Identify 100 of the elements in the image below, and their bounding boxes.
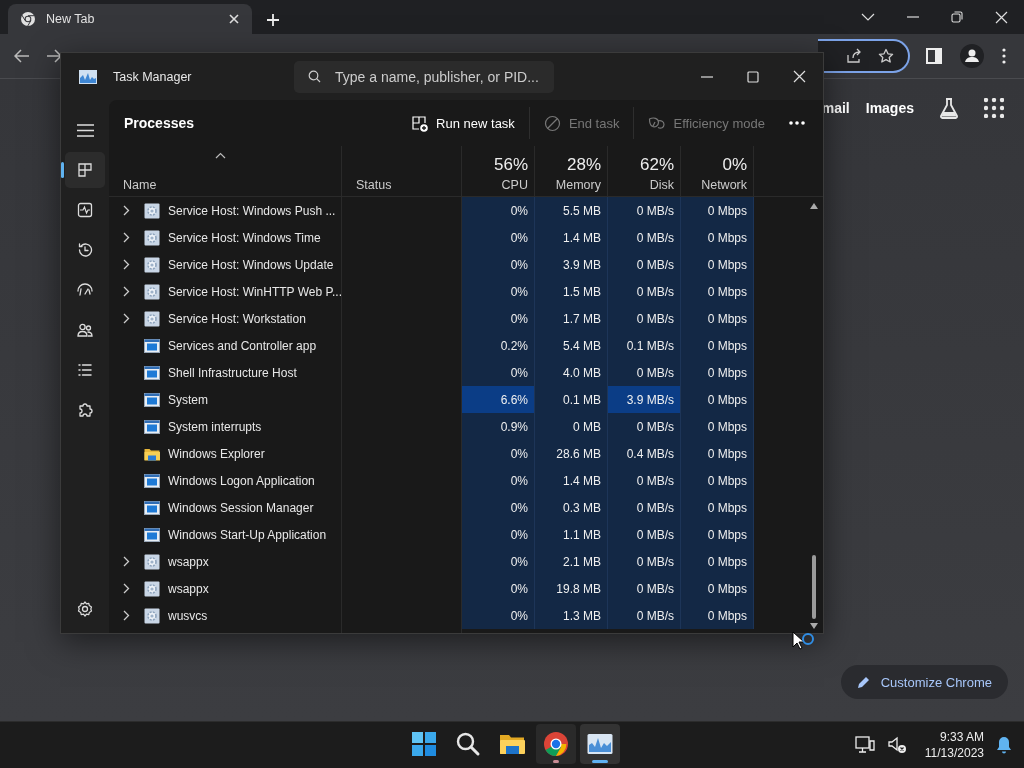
process-name[interactable]: System interrupts — [168, 419, 262, 434]
flask-icon[interactable] — [938, 97, 960, 119]
pencil-icon — [856, 675, 871, 689]
browser-tab[interactable]: New Tab — [8, 4, 252, 34]
table-cell: 0 MB/s — [608, 575, 681, 602]
chevron-right-icon[interactable] — [123, 259, 130, 270]
chevron-right-icon[interactable] — [123, 232, 130, 243]
chevron-right-icon[interactable] — [123, 313, 130, 324]
table-cell: 0% — [462, 359, 535, 386]
process-name[interactable]: Service Host: Windows Time — [168, 230, 321, 245]
close-icon[interactable] — [995, 10, 1008, 24]
scroll-up-icon[interactable] — [810, 203, 818, 209]
table-cell: 0 Mbps — [681, 467, 754, 494]
process-name[interactable]: Windows Explorer — [168, 446, 265, 461]
taskbar-button[interactable] — [580, 724, 620, 764]
search-icon — [454, 730, 482, 758]
chart-icon — [79, 69, 97, 84]
table-cell: 0 Mbps — [681, 440, 754, 467]
table-cell: 0 MB/s — [608, 521, 681, 548]
gear-icon — [144, 607, 160, 624]
process-name[interactable]: wsappx — [168, 581, 209, 596]
process-name[interactable]: Service Host: WinHTTP Web P... — [167, 284, 342, 299]
table-cell: 1.1 MB — [535, 521, 608, 548]
chevron-down-icon[interactable] — [861, 13, 875, 21]
chevron-right-icon[interactable] — [123, 205, 130, 216]
process-name[interactable]: Service Host: Windows Update — [168, 257, 334, 272]
process-name[interactable]: Shell Infrastructure Host — [168, 365, 297, 380]
customize-button[interactable]: Customize Chrome — [840, 665, 1008, 699]
search-field[interactable]: Type a name, publisher, or PID... — [294, 60, 554, 93]
table-cell: 0.1 MB — [535, 386, 608, 413]
process-name[interactable]: Windows Logon Application — [168, 473, 315, 488]
toolbar-button[interactable]: Run new task — [397, 107, 529, 139]
settings-icon — [76, 600, 94, 618]
table-cell: 0% — [462, 224, 535, 251]
pulse-icon — [76, 201, 94, 219]
menu-icon[interactable] — [1002, 48, 1006, 64]
column-header[interactable]: Network — [701, 178, 747, 192]
restore-icon[interactable] — [951, 11, 963, 23]
window-icon — [144, 365, 160, 380]
table-cell: 0 Mbps — [681, 521, 754, 548]
process-name[interactable]: wusvcs — [168, 608, 208, 623]
gear-icon — [144, 310, 160, 327]
table-cell: 0 MB — [535, 413, 608, 440]
new-tab-icon[interactable] — [266, 13, 280, 27]
muted-speaker-icon[interactable] — [886, 735, 907, 755]
scroll-down-icon[interactable] — [810, 623, 818, 629]
sort-up-icon — [215, 152, 226, 159]
back-icon[interactable] — [14, 49, 30, 63]
maximize-icon[interactable] — [747, 70, 759, 83]
table-cell: 0 MB/s — [608, 413, 681, 440]
address-bar[interactable] — [818, 39, 910, 73]
chevron-right-icon[interactable] — [123, 286, 130, 297]
scrollbar-thumb[interactable] — [812, 555, 816, 619]
column-header[interactable]: Status — [356, 178, 455, 192]
bell-icon[interactable] — [996, 736, 1012, 754]
table-cell: 0 MB/s — [608, 602, 681, 629]
table-cell: 0 MB/s — [608, 548, 681, 575]
network-icon[interactable] — [854, 735, 875, 755]
table-cell: 1.3 MB — [535, 602, 608, 629]
table-cell: 0 MB/s — [608, 224, 681, 251]
table-cell: 0 MB/s — [608, 494, 681, 521]
share-icon[interactable] — [846, 48, 862, 64]
chevron-right-icon[interactable] — [123, 556, 130, 567]
table-cell: 0 MB/s — [608, 467, 681, 494]
side-panel-icon[interactable] — [926, 48, 942, 64]
table-cell: 0 Mbps — [681, 278, 754, 305]
process-name[interactable]: Services and Controller app — [168, 338, 317, 353]
table-cell: 0 Mbps — [681, 413, 754, 440]
window-icon — [144, 338, 160, 353]
gear-icon — [144, 256, 160, 273]
column-header[interactable]: CPU — [501, 178, 528, 192]
table-cell: 0 MB/s — [608, 197, 681, 224]
minimize-icon[interactable] — [701, 75, 713, 78]
table-cell: 5.4 MB — [535, 332, 608, 359]
table-cell: 2.1 MB — [535, 548, 608, 575]
process-name[interactable]: Windows Session Manager — [168, 500, 314, 515]
column-header[interactable]: Memory — [555, 178, 601, 192]
table-cell: 0% — [462, 575, 535, 602]
column-header[interactable]: Name — [123, 178, 335, 192]
chevron-right-icon[interactable] — [123, 583, 130, 594]
process-name[interactable]: Service Host: Windows Push ... — [168, 203, 336, 218]
chevron-right-icon[interactable] — [123, 610, 130, 621]
close-icon[interactable] — [228, 13, 240, 25]
header-link[interactable]: Images — [865, 100, 914, 116]
column-header[interactable]: Disk — [649, 178, 674, 192]
window-icon — [144, 392, 160, 407]
process-name[interactable]: System — [168, 392, 208, 407]
taskbar-button[interactable] — [536, 724, 576, 764]
table-cell: 0% — [462, 548, 535, 575]
process-name[interactable]: Service Host: Workstation — [168, 311, 306, 326]
process-name[interactable]: wsappx — [168, 554, 209, 569]
profile-icon[interactable] — [960, 44, 984, 68]
apps-grid-icon[interactable] — [984, 98, 1004, 118]
close-icon[interactable] — [793, 70, 806, 83]
star-icon[interactable] — [878, 48, 894, 64]
forward-icon[interactable] — [46, 49, 62, 63]
clock-date: 11/13/2023 — [924, 745, 984, 761]
process-name[interactable]: Windows Start-Up Application — [168, 527, 327, 542]
table-cell: 3.9 MB/s — [608, 386, 681, 413]
table-cell: 0% — [462, 602, 535, 629]
